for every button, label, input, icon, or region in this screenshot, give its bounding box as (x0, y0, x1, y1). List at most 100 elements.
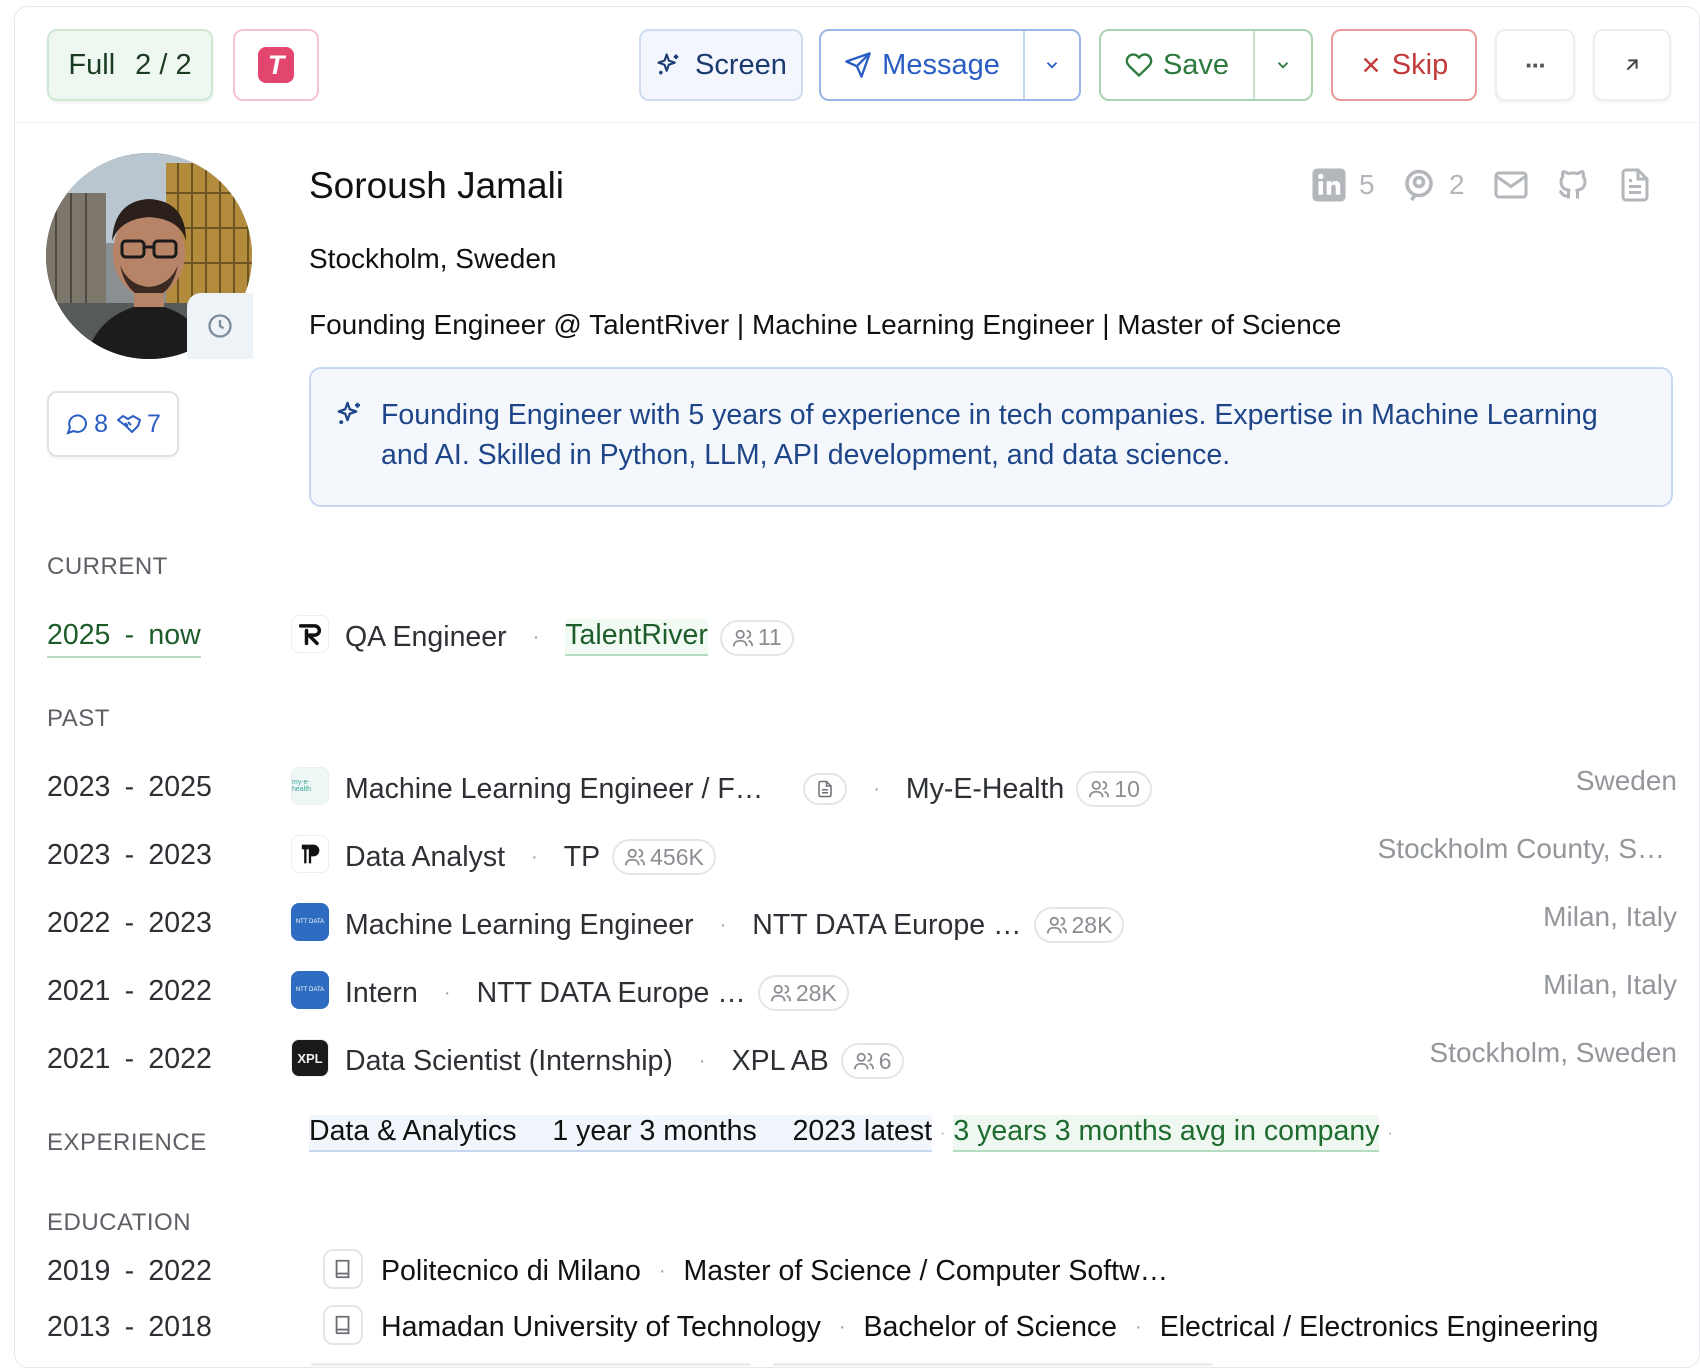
full-label: Full (68, 48, 116, 81)
send-icon (844, 51, 872, 79)
full-view-button[interactable]: Full 2 / 2 (47, 29, 213, 101)
education-row[interactable]: 2013-2018 Hamadan University of Technolo… (47, 1305, 1677, 1349)
interaction-counts[interactable]: 8 7 (47, 391, 179, 457)
education-years: 2019-2022 (47, 1255, 212, 1287)
more-horizontal-icon: ··· (1525, 49, 1547, 80)
position-title: Machine Learning Engineer / F… (345, 772, 764, 805)
arrow-up-right-icon (1621, 54, 1643, 76)
save-dropdown-toggle[interactable] (1255, 56, 1311, 74)
experience-area: Data & Analytics (309, 1115, 517, 1147)
position-title: Intern (345, 976, 418, 1009)
avg-tenure-badge: 3 years 3 months avg in company (953, 1115, 1380, 1152)
talentriver-company-logo-icon (291, 615, 329, 653)
message-label: Message (882, 48, 1000, 81)
past-position-row[interactable]: 2021-2022 XPL Data Scientist (Internship… (47, 1037, 1677, 1081)
company-size: 456K (650, 843, 704, 870)
company-size-badge: 10 (1076, 771, 1152, 807)
company-name[interactable]: My-E-Health (906, 773, 1064, 806)
past-position-row[interactable]: 2023-2023 Data Analyst · TP 456K Stockho… (47, 833, 1677, 877)
end-year: 2022 (148, 1255, 212, 1287)
reviews-count: 2 (1449, 169, 1465, 200)
degree: Bachelor of Science (863, 1311, 1118, 1343)
document-icon (1617, 167, 1653, 203)
start-year: 2023 (47, 839, 111, 871)
skip-button[interactable]: Skip (1331, 29, 1477, 101)
document-icon[interactable] (803, 773, 848, 805)
past-position-row[interactable]: 2021-2022 NTT DATA Intern · NTT DATA Eur… (47, 969, 1677, 1013)
handshake-icon (116, 412, 142, 436)
save-label: Save (1162, 48, 1230, 81)
end-year: 2023 (148, 907, 212, 939)
close-icon (1360, 54, 1382, 76)
linkedin-link[interactable]: 5 (1311, 167, 1375, 203)
experience-latest: 2023 latest (792, 1115, 933, 1147)
past-position-row[interactable]: 2022-2023 NTT DATA Machine Learning Engi… (47, 901, 1677, 945)
chat-bubble-icon (65, 412, 89, 436)
company-name[interactable]: TalentRiver (565, 619, 708, 656)
school-name: Hamadan University of Technology (381, 1311, 821, 1343)
toolbar: Full 2 / 2 T Screen Message Save Skip ··… (15, 7, 1699, 123)
end-year: 2018 (148, 1311, 212, 1343)
start-year: 2019 (47, 1255, 111, 1287)
education-content: Hamadan University of Technology · Bache… (381, 1311, 1599, 1343)
screen-label: Screen (695, 48, 787, 81)
resume-link[interactable] (1617, 167, 1653, 203)
users-icon (624, 846, 646, 868)
education-content: Politecnico di Milano · Master of Scienc… (381, 1255, 1169, 1287)
tp-company-logo-icon (291, 835, 329, 873)
skip-label: Skip (1391, 48, 1449, 81)
summary-text: Founding Engineer with 5 years of experi… (381, 399, 1598, 471)
end-year: 2022 (148, 1043, 212, 1075)
school-name: Politecnico di Milano (381, 1255, 641, 1287)
clock-icon[interactable] (187, 293, 253, 359)
start-year: 2021 (47, 1043, 111, 1075)
experience-area-badge: Data & Analytics 1 year 3 months 2023 la… (309, 1115, 933, 1152)
start-year: 2023 (47, 771, 111, 803)
company-size: 28K (795, 979, 837, 1006)
past-position-row[interactable]: 2023-2025 my-e-health Machine Learning E… (47, 765, 1677, 809)
sparkle-icon (335, 399, 365, 440)
candidate-name: Soroush Jamali (309, 165, 565, 206)
start-year: 2025 (47, 619, 111, 651)
talentriver-button[interactable]: T (233, 29, 319, 101)
screen-button[interactable]: Screen (639, 29, 803, 101)
company-size-badge: 6 (840, 1043, 904, 1079)
email-link[interactable] (1493, 167, 1529, 203)
message-dropdown-toggle[interactable] (1025, 56, 1079, 74)
position-years: 2021-2022 (47, 975, 212, 1007)
reviews-icon (1401, 167, 1437, 203)
linkedin-count: 5 (1359, 169, 1375, 200)
open-external-button[interactable] (1593, 29, 1671, 101)
divider (773, 1363, 1213, 1366)
position-title: QA Engineer (345, 621, 507, 653)
xpl-company-logo-icon: XPL (291, 1039, 329, 1077)
company-name[interactable]: TP (564, 841, 600, 874)
save-button[interactable]: Save (1101, 31, 1255, 99)
chevron-down-icon (1274, 56, 1292, 74)
company-name[interactable]: XPL AB (732, 1045, 829, 1078)
position-location: Stockholm County, S… (1377, 833, 1665, 864)
users-icon (732, 627, 754, 649)
message-button[interactable]: Message (821, 31, 1025, 99)
company-size: 11 (757, 624, 782, 650)
ntt-data-company-logo-icon: NTT DATA (291, 971, 329, 1009)
start-year: 2013 (47, 1311, 111, 1343)
messages-count: 8 (65, 410, 108, 439)
position-years: 2023-2023 (47, 839, 212, 871)
position-content: Intern · NTT DATA Europe … 28K (345, 975, 849, 1011)
ntt-data-company-logo-icon: NTT DATA (291, 903, 329, 941)
github-link[interactable] (1555, 167, 1591, 203)
company-name[interactable]: NTT DATA Europe … (477, 977, 746, 1010)
chevron-down-icon (1043, 56, 1061, 74)
current-position-row[interactable]: 2025- now QA Engineer · TalentRiver 11 (47, 613, 1677, 658)
position-location: Milan, Italy (1543, 901, 1677, 932)
reviews-link[interactable]: 2 (1401, 167, 1465, 203)
education-row[interactable]: 2019-2022 Politecnico di Milano · Master… (47, 1249, 1677, 1293)
degree: Master of Science / Computer Softw… (683, 1255, 1169, 1287)
github-icon (1555, 167, 1591, 203)
more-options-button[interactable]: ··· (1495, 29, 1575, 101)
company-name[interactable]: NTT DATA Europe … (752, 909, 1021, 942)
position-location: Milan, Italy (1543, 969, 1677, 1000)
section-current: CURRENT (47, 553, 168, 580)
deals-count-value: 7 (147, 409, 161, 438)
